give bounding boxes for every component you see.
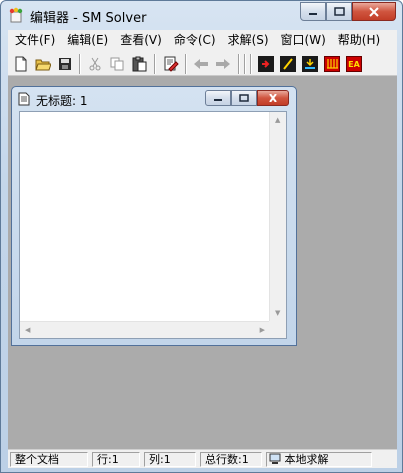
back-button[interactable]: [192, 55, 210, 73]
toolbar: EA: [8, 51, 397, 76]
forward-arrow-icon: [216, 59, 230, 69]
menu-edit[interactable]: 编辑(E): [61, 30, 114, 51]
open-button[interactable]: [34, 55, 52, 73]
document-maximize-button[interactable]: [231, 90, 257, 106]
vertical-scrollbar[interactable]: ▲ ▼: [269, 112, 286, 322]
save-icon: [59, 58, 71, 70]
toolbar-separator: [185, 54, 187, 74]
forward-button[interactable]: [214, 55, 232, 73]
open-folder-icon: [35, 59, 51, 71]
scroll-up-icon[interactable]: ▲: [275, 117, 280, 124]
save-button[interactable]: [56, 55, 74, 73]
close-button[interactable]: [352, 2, 396, 21]
menu-help[interactable]: 帮助(H): [332, 30, 386, 51]
solve-tool-4-button[interactable]: [324, 56, 340, 72]
menu-window[interactable]: 窗口(W): [275, 30, 332, 51]
computer-icon: [269, 453, 281, 464]
document-window[interactable]: 无标题: 1 ▲ ▼ ◀ ▶: [11, 86, 297, 346]
solve-tool-1-icon: [262, 60, 270, 68]
menu-bar: 文件(F) 编辑(E) 查看(V) 命令(C) 求解(S) 窗口(W) 帮助(H…: [8, 30, 397, 51]
status-mode-cell: 本地求解: [266, 452, 372, 467]
edit-document-button[interactable]: [162, 55, 180, 73]
solve-tool-3-button[interactable]: [302, 56, 318, 72]
cut-icon: [89, 57, 101, 71]
maximize-icon: [239, 94, 249, 102]
caption-buttons: [300, 2, 396, 21]
solve-tool-1-button[interactable]: [258, 56, 274, 72]
solve-tool-3-icon: [305, 59, 315, 69]
document-caption-buttons: [205, 90, 289, 106]
window-title: 编辑器 - SM Solver: [30, 11, 147, 26]
cut-button[interactable]: [86, 55, 104, 73]
toolbar-separator: [250, 54, 252, 74]
status-total-rows: 总行数:1: [200, 452, 262, 467]
paste-button[interactable]: [130, 55, 148, 73]
client-area: 文件(F) 编辑(E) 查看(V) 命令(C) 求解(S) 窗口(W) 帮助(H…: [8, 30, 397, 468]
back-arrow-icon: [194, 59, 208, 69]
toolbar-separator: [154, 54, 156, 74]
menu-command[interactable]: 命令(C): [168, 30, 222, 51]
document-icon: [18, 92, 30, 106]
main-window: 编辑器 - SM Solver 文件(F) 编辑(E) 查看(V) 命令(C) …: [0, 0, 403, 473]
document-close-button[interactable]: [257, 90, 289, 106]
scroll-down-icon[interactable]: ▼: [275, 310, 280, 317]
status-col: 列:1: [144, 452, 196, 467]
ea-tool-button[interactable]: EA: [346, 56, 362, 72]
close-icon: [369, 6, 379, 17]
app-icon: [9, 7, 23, 23]
status-scope: 整个文档: [10, 452, 88, 467]
edit-document-icon: [164, 56, 179, 72]
paste-icon: [132, 56, 147, 72]
ea-tool-icon: EA: [348, 59, 360, 69]
status-bar: 整个文档 行:1 列:1 总行数:1 本地求解: [8, 449, 397, 468]
size-grip[interactable]: [269, 321, 286, 338]
menu-view[interactable]: 查看(V): [114, 30, 168, 51]
status-row: 行:1: [92, 452, 140, 467]
horizontal-scrollbar[interactable]: ◀ ▶: [20, 321, 270, 338]
status-mode: 本地求解: [284, 453, 329, 466]
copy-icon: [110, 57, 124, 71]
solve-tool-2-button[interactable]: [280, 56, 296, 72]
title-bar[interactable]: 编辑器 - SM Solver: [1, 1, 402, 29]
editor-text-area[interactable]: ▲ ▼ ◀ ▶: [19, 111, 287, 339]
new-file-icon: [15, 56, 27, 72]
toolbar-separator: [238, 54, 240, 74]
solve-tool-2-icon: [283, 58, 293, 70]
toolbar-separator: [79, 54, 81, 74]
maximize-button[interactable]: [326, 2, 352, 21]
toolbar-separator: [244, 54, 246, 74]
scroll-left-icon[interactable]: ◀: [25, 327, 30, 334]
menu-solve[interactable]: 求解(S): [222, 30, 275, 51]
solve-tool-4-icon: [327, 59, 338, 69]
minimize-icon: [309, 12, 317, 15]
maximize-icon: [333, 7, 345, 16]
close-icon: [269, 94, 277, 102]
new-file-button[interactable]: [12, 55, 30, 73]
minimize-icon: [214, 99, 222, 101]
minimize-button[interactable]: [300, 2, 326, 21]
document-minimize-button[interactable]: [205, 90, 231, 106]
document-title: 无标题: 1: [36, 94, 88, 108]
copy-button[interactable]: [108, 55, 126, 73]
scroll-right-icon[interactable]: ▶: [260, 327, 265, 334]
menu-file[interactable]: 文件(F): [8, 30, 61, 51]
